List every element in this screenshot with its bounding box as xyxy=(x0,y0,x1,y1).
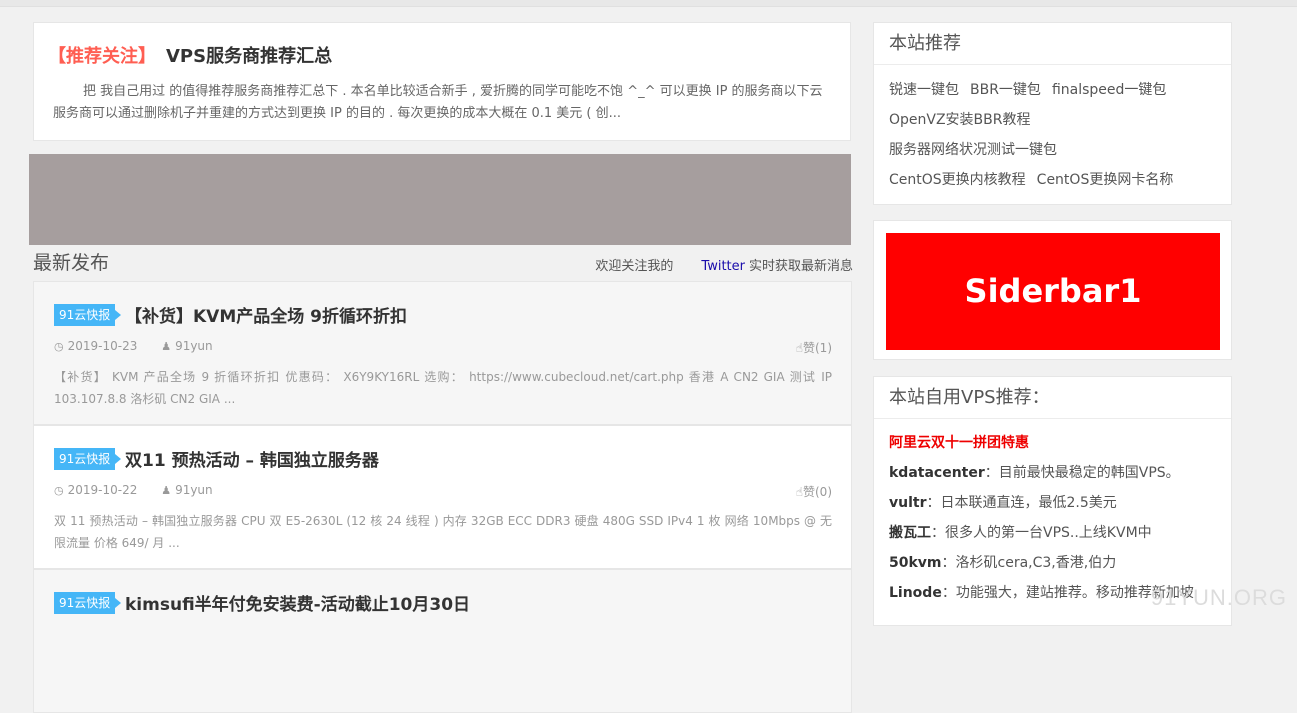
vps-item-desc: ：很多人的第一台VPS..上线KVM中 xyxy=(931,525,1152,541)
vps-item-name[interactable]: vultr xyxy=(889,495,927,511)
vps-item-desc: ：日本联通直连，最低2.5美元 xyxy=(926,495,1117,511)
vps-item-desc: ：目前最快最稳定的韩国VPS。 xyxy=(984,465,1180,481)
vps-item: kdatacenter：目前最快最稳定的韩国VPS。 xyxy=(889,458,1231,488)
vps-item: 搬瓦工：很多人的第一台VPS..上线KVM中 xyxy=(889,518,1231,548)
post-date: 2019-10-23 xyxy=(67,339,138,353)
latest-section-header: 最新发布 欢迎关注我的 Twitter 实时获取最新消息 xyxy=(33,248,853,276)
recommend-link[interactable]: CentOS更换网卡名称 xyxy=(1037,172,1174,188)
post-title[interactable]: 双11 预热活动 – 韩国独立服务器 xyxy=(125,446,379,471)
vps-item: 50kvm：洛杉矶cera,C3,香港,伯力 xyxy=(889,548,1231,578)
siderbar-ad-banner[interactable]: Siderbar1 xyxy=(886,233,1220,350)
post-excerpt: 【补货】 KVM 产品全场 9 折循环折扣 优惠码： X6Y9KY16RL 选购… xyxy=(54,370,832,406)
post-excerpt: 双 11 预热活动 – 韩国独立服务器 CPU 双 E5-2630L (12 核… xyxy=(54,514,832,550)
vps-list: 阿里云双十一拼团特惠 kdatacenter：目前最快最稳定的韩国VPS。 vu… xyxy=(874,419,1231,608)
recommend-link[interactable]: CentOS更换内核教程 xyxy=(889,172,1026,188)
twitter-link[interactable]: Twitter xyxy=(701,259,745,274)
note-before: 欢迎关注我的 xyxy=(595,259,674,274)
post-title[interactable]: kimsufi半年付免安装费-活动截止10月30日 xyxy=(125,590,470,615)
vps-hot-link[interactable]: 阿里云双十一拼团特惠 xyxy=(889,428,1231,458)
recommend-widget-title: 本站推荐 xyxy=(874,23,1231,65)
recommend-link[interactable]: BBR一键包 xyxy=(970,82,1041,98)
like-count: 赞(0) xyxy=(803,485,832,499)
category-badge[interactable]: 91云快报 xyxy=(54,448,122,470)
post-author: 91yun xyxy=(175,483,213,497)
sticky-post-name[interactable]: VPS服务商推荐汇总 xyxy=(166,46,332,67)
note-after: 实时获取最新消息 xyxy=(748,259,853,274)
top-border xyxy=(0,0,1297,7)
site-watermark: 91YUN.ORG xyxy=(1150,585,1287,610)
recommend-link[interactable]: finalspeed一键包 xyxy=(1052,82,1166,98)
recommend-link[interactable]: OpenVZ安装BBR教程 xyxy=(889,112,1031,128)
section-note: 欢迎关注我的 Twitter 实时获取最新消息 xyxy=(595,255,853,274)
category-badge[interactable]: 91云快报 xyxy=(54,592,122,614)
post-date: 2019-10-22 xyxy=(67,483,138,497)
post-item[interactable]: 91云快报 【补货】KVM产品全场 9折循环折扣 ◷ 2019-10-23 ♟ 91… xyxy=(33,281,852,425)
siderbar-ad-widget: Siderbar1 xyxy=(873,220,1232,360)
post-item[interactable]: 91云快报 双11 预热活动 – 韩国独立服务器 ◷ 2019-10-22 ♟ 91… xyxy=(33,425,852,569)
sticky-post-excerpt: 把 我自己用过 的值得推荐服务商推荐汇总下 . 本名单比较适合新手 , 爱折腾的… xyxy=(53,84,823,121)
sticky-post-title[interactable]: 【推荐关注】 VPS服务商推荐汇总 xyxy=(48,42,332,68)
vps-item-desc: ：洛杉矶cera,C3,香港,伯力 xyxy=(941,555,1117,571)
like-button[interactable]: ☝赞(1) xyxy=(796,339,832,356)
vps-item-name[interactable]: 50kvm xyxy=(889,555,942,571)
thumbs-up-icon: ☝ xyxy=(795,341,803,355)
recommend-widget: 本站推荐 锐速一键包 BBR一键包 finalspeed一键包 OpenVZ安装BB… xyxy=(873,22,1232,205)
post-meta: ◷ 2019-10-23 ♟ 91yun xyxy=(54,339,213,353)
sticky-post-card[interactable]: 【推荐关注】 VPS服务商推荐汇总 把 我自己用过 的值得推荐服务商推荐汇总下 .… xyxy=(33,22,851,141)
recommend-link[interactable]: 锐速一键包 xyxy=(889,82,959,98)
post-item[interactable]: 91云快报 kimsufi半年付免安装费-活动截止10月30日 xyxy=(33,569,852,713)
clock-icon: ◷ xyxy=(54,340,64,353)
category-badge[interactable]: 91云快报 xyxy=(54,304,122,326)
like-button[interactable]: ☝赞(0) xyxy=(796,483,832,500)
vps-item-name[interactable]: kdatacenter xyxy=(889,465,985,481)
clock-icon: ◷ xyxy=(54,484,64,497)
vps-item-name[interactable]: Linode xyxy=(889,585,942,601)
banner-placeholder xyxy=(29,154,851,245)
like-count: 赞(1) xyxy=(803,341,832,355)
section-title: 最新发布 xyxy=(33,252,110,274)
thumbs-up-icon: ☝ xyxy=(795,485,803,499)
user-icon: ♟ xyxy=(161,484,172,497)
sticky-post-tag: 【推荐关注】 xyxy=(48,46,156,67)
user-icon: ♟ xyxy=(161,340,172,353)
vps-widget-title: 本站自用VPS推荐： xyxy=(874,377,1231,419)
post-author: 91yun xyxy=(175,339,213,353)
recommend-links: 锐速一键包 BBR一键包 finalspeed一键包 OpenVZ安装BBR教程 服… xyxy=(874,65,1231,195)
post-title[interactable]: 【补货】KVM产品全场 9折循环折扣 xyxy=(125,302,407,327)
recommend-link[interactable]: 服务器网络状况测试一键包 xyxy=(889,142,1057,158)
vps-item-name[interactable]: 搬瓦工 xyxy=(889,525,931,541)
post-meta: ◷ 2019-10-22 ♟ 91yun xyxy=(54,483,213,497)
vps-item: vultr：日本联通直连，最低2.5美元 xyxy=(889,488,1231,518)
